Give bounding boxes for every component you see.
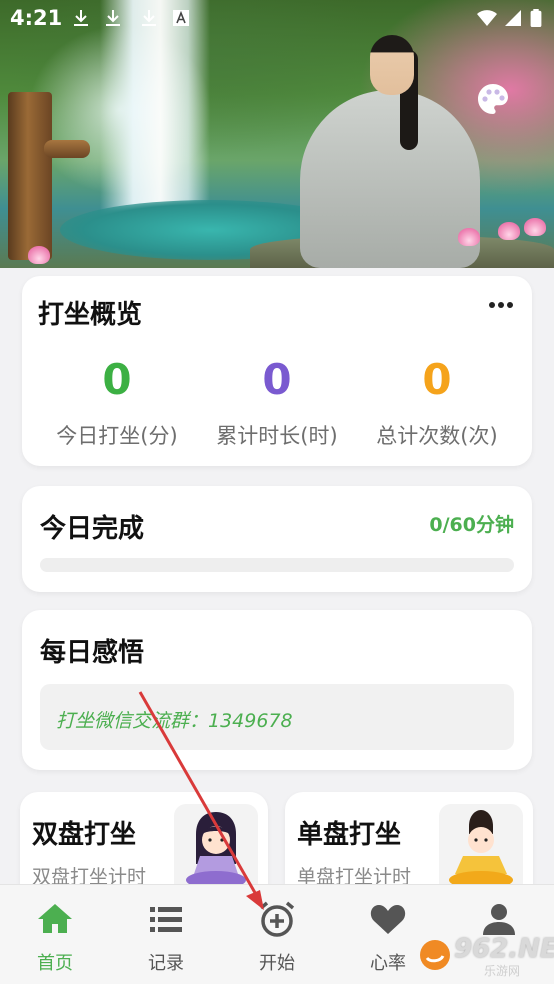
- list-icon: [150, 907, 182, 932]
- today-progress-text: 0/60分钟: [429, 514, 514, 536]
- overview-title: 打坐概览: [38, 300, 143, 330]
- overview-card: 打坐概览 0 今日打坐(分) 0 累计时长(时) 0 总计次数(次): [22, 276, 532, 466]
- watermark-text: 962.NET: [454, 934, 554, 964]
- download-icon: [74, 10, 88, 26]
- font-notification-icon: [173, 10, 189, 26]
- person-icon: [483, 904, 515, 935]
- palette-icon[interactable]: [476, 82, 510, 116]
- stat-value: 0: [422, 355, 452, 404]
- heart-icon: [370, 905, 406, 934]
- watermark-sub: 乐游网: [484, 964, 521, 978]
- meditating-figure-image: [300, 30, 480, 268]
- stat-total-count: 0 总计次数(次): [352, 356, 522, 450]
- today-completion-card: 今日完成 0/60分钟: [22, 486, 532, 592]
- status-bar: 4:21: [0, 0, 554, 36]
- bamboo-spout-image: [8, 92, 90, 260]
- nav-start[interactable]: 开始: [222, 885, 332, 984]
- hero-banner: [0, 0, 554, 268]
- download-icon: [142, 10, 156, 26]
- nav-label: 开始: [259, 953, 295, 974]
- wifi-icon: [477, 10, 497, 26]
- status-time: 4:21: [10, 6, 63, 30]
- stat-label: 累计时长(时): [216, 424, 338, 448]
- stat-value: 0: [102, 355, 132, 404]
- alarm-add-icon: [259, 901, 295, 937]
- nav-label: 首页: [37, 953, 73, 974]
- nav-home[interactable]: 首页: [0, 885, 110, 984]
- today-title: 今日完成: [40, 514, 145, 544]
- battery-icon: [530, 9, 542, 27]
- nav-label: 记录: [148, 953, 184, 974]
- stat-label: 总计次数(次): [376, 424, 498, 448]
- today-progress-bar: [40, 558, 514, 572]
- mode-title: 单盘打坐: [297, 820, 402, 850]
- insight-quote-box: 打坐微信交流群：1349678: [40, 684, 514, 750]
- nav-records[interactable]: 记录: [111, 885, 221, 984]
- signal-icon: [505, 10, 521, 26]
- watermark-logo: 962.NET 乐游网: [418, 934, 554, 978]
- daily-insight-card: 每日感悟 打坐微信交流群：1349678: [22, 610, 532, 770]
- stat-value: 0: [262, 355, 292, 404]
- home-icon: [38, 904, 72, 933]
- download-icon: [106, 10, 120, 26]
- insight-title: 每日感悟: [40, 638, 145, 668]
- watermark-badge-icon: [420, 940, 450, 970]
- more-options-icon[interactable]: [488, 298, 514, 312]
- mode-title: 双盘打坐: [32, 820, 137, 850]
- stat-label: 今日打坐(分): [56, 424, 178, 448]
- stat-today-minutes: 0 今日打坐(分): [32, 356, 202, 450]
- stat-total-hours: 0 累计时长(时): [192, 356, 362, 450]
- insight-quote: 打坐微信交流群：1349678: [56, 710, 293, 732]
